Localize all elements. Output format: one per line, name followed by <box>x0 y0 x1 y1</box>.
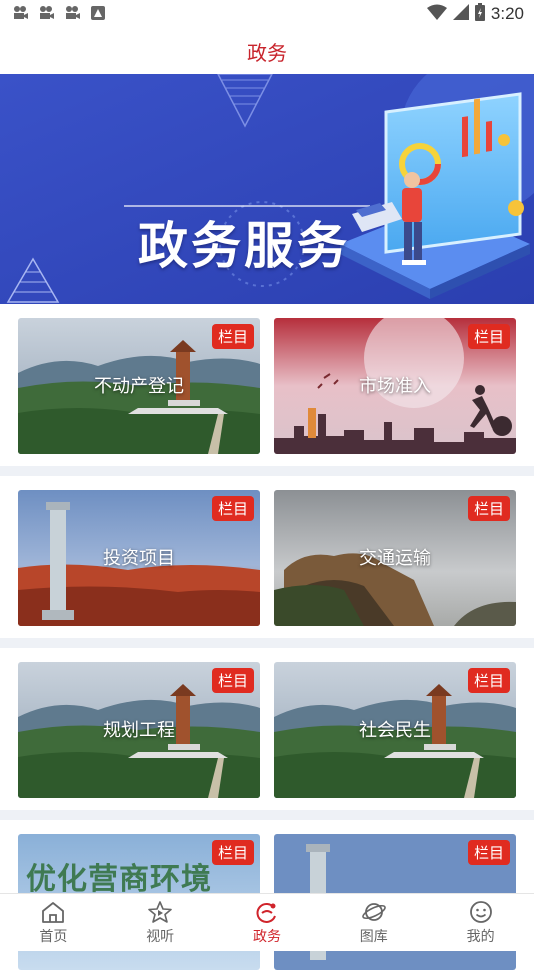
tab-label: 视听 <box>146 928 175 945</box>
signal-icon <box>452 4 469 24</box>
planet-icon <box>361 902 386 921</box>
section-divider <box>0 466 534 476</box>
smiley-icon <box>469 900 492 923</box>
card-label: 市场准入 <box>359 376 431 397</box>
bottom-tab-bar: 首页 视听 政务 图库 我的 <box>0 893 534 951</box>
category-badge: 栏目 <box>467 840 510 865</box>
card-planning[interactable]: 栏目 规划工程 <box>18 662 260 798</box>
clock: 3:20 <box>490 4 524 23</box>
category-badge: 栏目 <box>211 324 254 349</box>
status-bar: 3:20 <box>0 0 534 28</box>
government-icon <box>256 902 276 923</box>
tab-label: 首页 <box>39 928 68 945</box>
card-transportation[interactable]: 栏目 交通运输 <box>274 490 516 626</box>
card-market-access[interactable]: 栏目 市场准入 <box>274 318 516 454</box>
tab-profile[interactable]: 我的 <box>427 894 534 951</box>
battery-icon <box>474 3 485 25</box>
category-badge: 栏目 <box>211 496 254 521</box>
app-notification-icon <box>90 5 106 21</box>
section-divider <box>0 638 534 648</box>
camera-notification-icon <box>64 5 80 21</box>
category-badge: 栏目 <box>467 496 510 521</box>
tab-gallery[interactable]: 图库 <box>320 894 427 951</box>
card-real-estate[interactable]: 栏目 不动产登记 <box>18 318 260 454</box>
tab-home[interactable]: 首页 <box>0 894 107 951</box>
category-badge: 栏目 <box>467 324 510 349</box>
home-icon <box>42 901 65 923</box>
tab-government[interactable]: 政务 <box>214 894 321 951</box>
card-label: 交通运输 <box>359 548 431 569</box>
title-bar: 政务 <box>0 28 534 74</box>
wifi-icon <box>426 4 447 24</box>
tab-label: 我的 <box>466 928 495 945</box>
card-label: 不动产登记 <box>94 376 184 397</box>
category-badge: 栏目 <box>211 840 254 865</box>
section-divider <box>0 810 534 820</box>
card-label: 优化营商环境 <box>26 862 212 897</box>
banner[interactable]: 政务服务 <box>0 74 534 304</box>
card-label: 投资项目 <box>103 548 175 569</box>
banner-title: 政务服务 <box>138 217 350 275</box>
camera-notification-icon <box>38 5 54 21</box>
camera-notification-icon <box>12 5 28 21</box>
tab-label: 图库 <box>359 928 388 945</box>
tab-label: 政务 <box>252 928 281 945</box>
card-investment[interactable]: 栏目 投资项目 <box>18 490 260 626</box>
tab-media[interactable]: 视听 <box>107 894 214 951</box>
card-label: 规划工程 <box>103 720 175 741</box>
card-social-welfare[interactable]: 栏目 社会民生 <box>274 662 516 798</box>
page-title: 政务 <box>247 40 287 65</box>
star-play-icon <box>148 900 172 923</box>
category-badge: 栏目 <box>467 668 510 693</box>
category-badge: 栏目 <box>211 668 254 693</box>
card-label: 社会民生 <box>359 720 431 741</box>
